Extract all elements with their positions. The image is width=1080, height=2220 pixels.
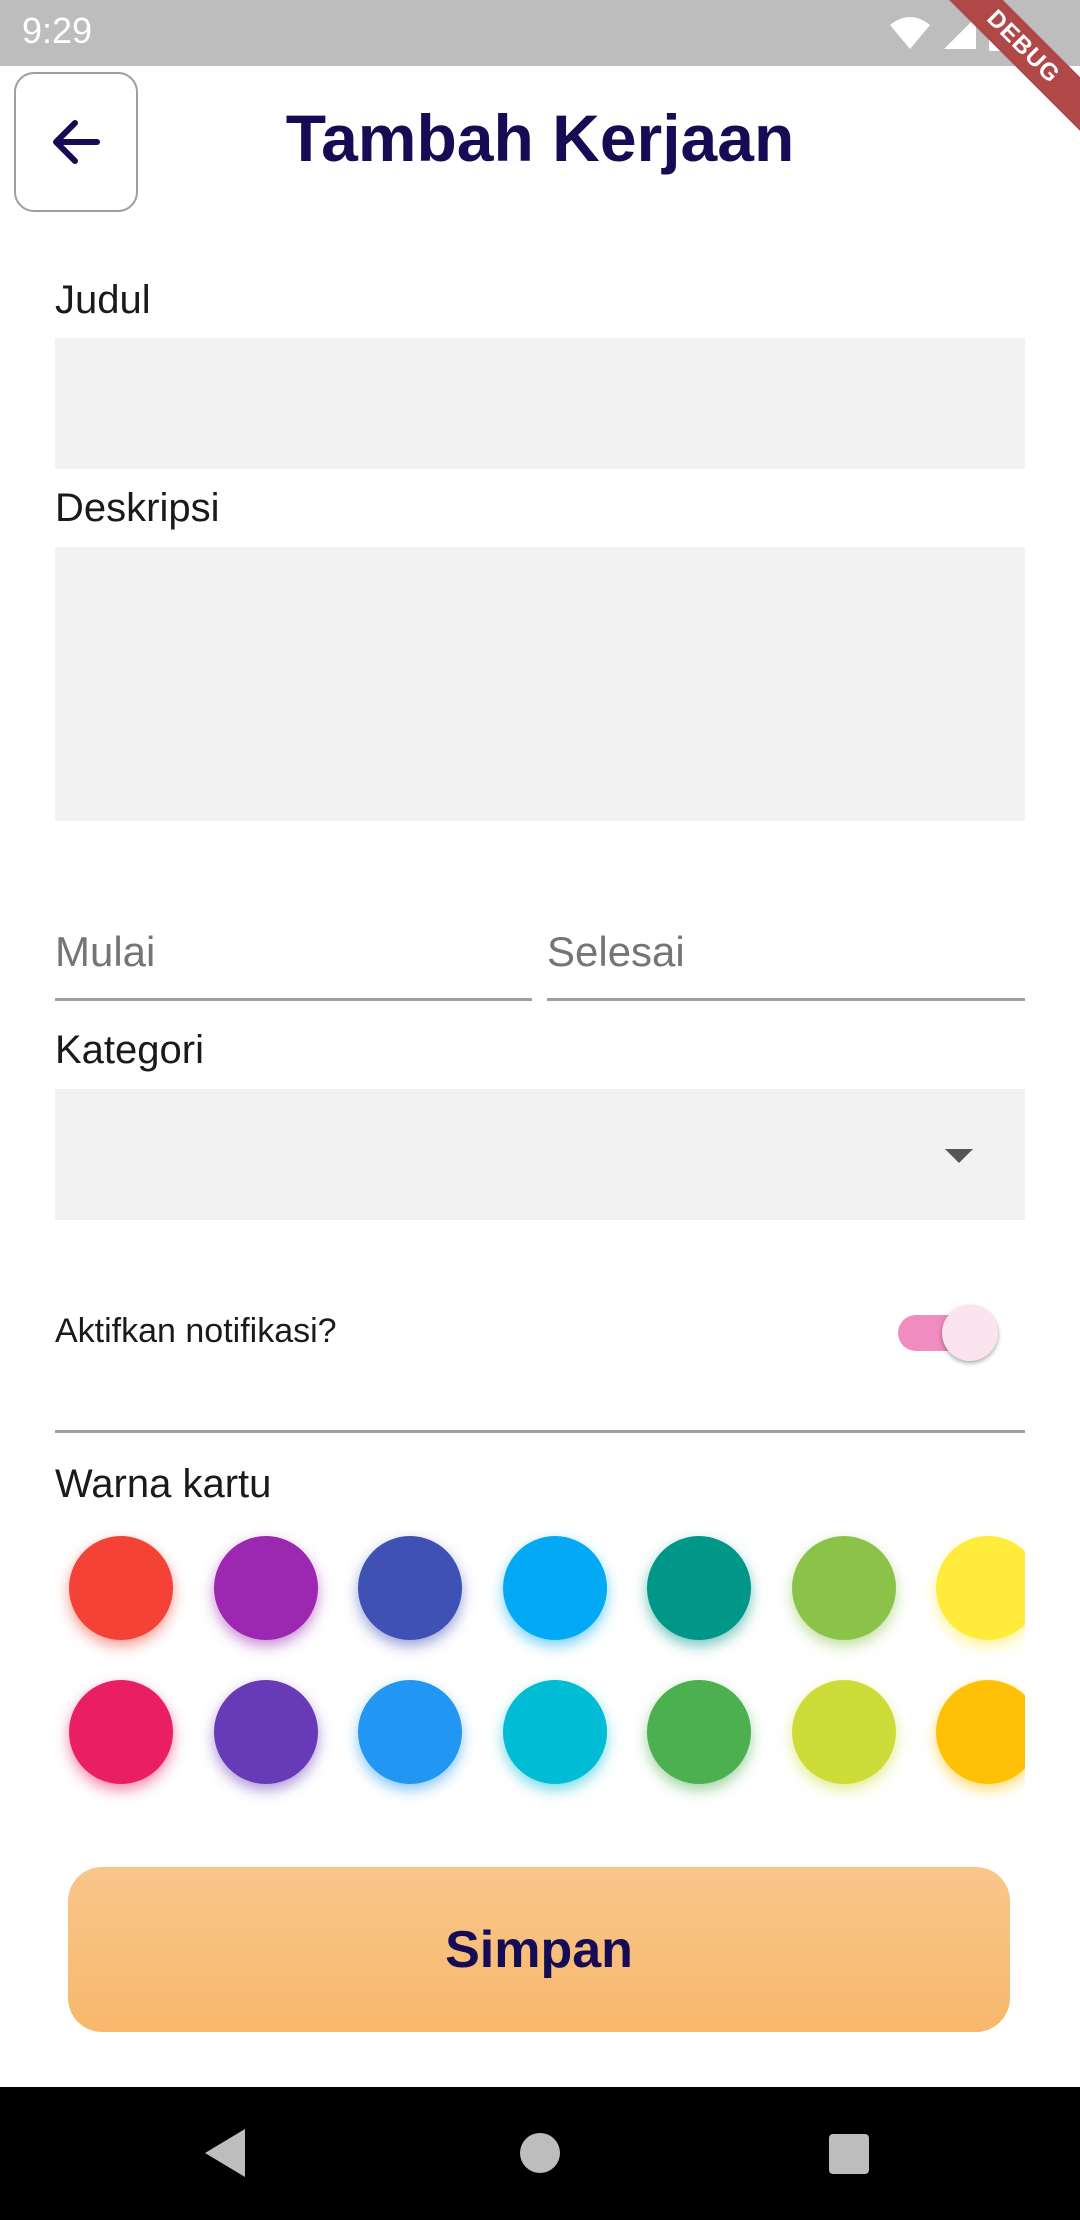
notification-toggle-thumb[interactable] bbox=[942, 1305, 998, 1361]
nav-back-icon[interactable] bbox=[205, 2129, 245, 2177]
notification-label: Aktifkan notifikasi? bbox=[55, 1312, 337, 1350]
nav-home-icon[interactable] bbox=[520, 2133, 560, 2173]
color-swatch[interactable] bbox=[213, 1680, 318, 1784]
navigation-bar bbox=[0, 2087, 1080, 2220]
judul-label: Judul bbox=[55, 278, 151, 322]
save-button-label: Simpan bbox=[445, 1920, 633, 1979]
page-title: Tambah Kerjaan bbox=[285, 101, 795, 175]
selesai-placeholder: Selesai bbox=[547, 928, 685, 975]
color-swatch-grid bbox=[55, 1530, 1025, 1820]
chevron-down-icon bbox=[945, 1149, 973, 1163]
color-swatch[interactable] bbox=[936, 1536, 1025, 1640]
divider bbox=[55, 1430, 1025, 1433]
kategori-dropdown[interactable] bbox=[55, 1089, 1025, 1220]
color-swatch[interactable] bbox=[358, 1536, 462, 1640]
color-swatch[interactable] bbox=[358, 1680, 462, 1784]
deskripsi-input[interactable] bbox=[55, 547, 1025, 821]
selesai-field[interactable]: Selesai bbox=[547, 918, 1025, 1001]
color-swatch[interactable] bbox=[69, 1680, 173, 1784]
color-swatch[interactable] bbox=[69, 1536, 173, 1640]
mulai-field[interactable]: Mulai bbox=[55, 918, 532, 1001]
color-swatch[interactable] bbox=[791, 1680, 896, 1784]
kategori-label: Kategori bbox=[55, 1028, 204, 1072]
color-swatch[interactable] bbox=[213, 1536, 318, 1640]
color-swatch[interactable] bbox=[791, 1536, 896, 1640]
status-bar: 9:29 bbox=[0, 0, 1080, 66]
wifi-icon bbox=[890, 17, 930, 49]
mulai-placeholder: Mulai bbox=[55, 928, 156, 975]
deskripsi-label: Deskripsi bbox=[55, 486, 220, 530]
judul-input[interactable] bbox=[55, 338, 1025, 469]
status-time: 9:29 bbox=[22, 10, 93, 51]
color-swatch[interactable] bbox=[936, 1680, 1025, 1784]
nav-recents-icon[interactable] bbox=[829, 2134, 869, 2174]
save-button[interactable]: Simpan bbox=[68, 1867, 1010, 2032]
color-swatch[interactable] bbox=[502, 1536, 607, 1640]
color-swatch[interactable] bbox=[502, 1680, 607, 1784]
color-swatch[interactable] bbox=[647, 1680, 751, 1784]
card-color-label: Warna kartu bbox=[55, 1462, 272, 1506]
color-swatch[interactable] bbox=[647, 1536, 751, 1640]
